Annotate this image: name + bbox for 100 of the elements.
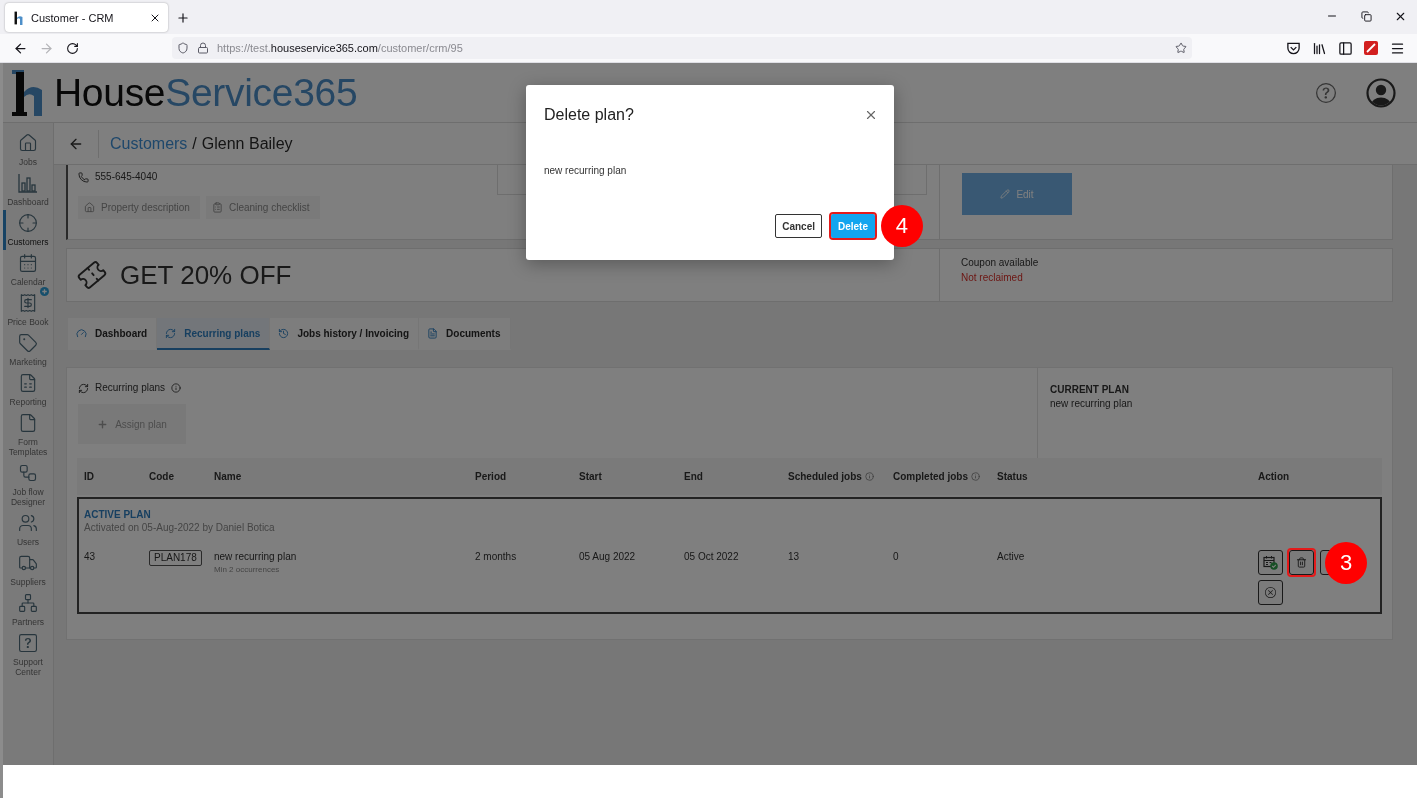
table-cell-text: 05 Aug 2022 <box>579 550 637 564</box>
table-cell-text: 13 <box>788 550 801 564</box>
chevron-shield-icon <box>1285 40 1301 56</box>
house-icon <box>84 202 95 213</box>
column-header: Completed jobs <box>893 469 968 484</box>
sidebar-item[interactable]: Suppliers <box>3 550 53 590</box>
lock-icon <box>197 42 209 54</box>
forward-arrow-icon <box>38 40 54 56</box>
receipt-icon <box>18 293 38 313</box>
table-cell-text: 43 <box>84 550 97 564</box>
schedule-button[interactable] <box>1258 550 1283 575</box>
sidebar-item[interactable]: Price Book <box>3 290 53 330</box>
table-cell-text: 0 <box>893 550 900 564</box>
sidebar-item[interactable]: Marketing <box>3 330 53 370</box>
sidebar-item[interactable]: Job flow Designer <box>3 460 53 510</box>
sidebar-item[interactable]: Form Templates <box>3 410 53 460</box>
sidebar-item[interactable]: Partners <box>3 590 53 630</box>
sidebar-item[interactable]: Support Center <box>3 630 53 680</box>
reload-icon <box>65 41 79 55</box>
users-icon <box>18 513 38 533</box>
tab[interactable]: Jobs history / Invoicing <box>270 318 420 350</box>
extension-icon <box>1364 41 1378 55</box>
panel-icon <box>1337 40 1353 56</box>
table-cell-text: 2 months <box>475 550 518 564</box>
column-header: End <box>684 469 703 484</box>
column-header: Start <box>579 469 602 484</box>
step-badge: 3 <box>1325 542 1367 584</box>
breadcrumb-separator: / <box>192 134 197 153</box>
close-icon <box>864 108 878 122</box>
column-header: Period <box>475 469 507 484</box>
sidebar-item[interactable]: Users <box>3 510 53 550</box>
menu-icon <box>1389 40 1405 56</box>
dialog-title: Delete plan? <box>544 106 634 124</box>
url-text: https://test.houseservice365.com/customer/crm/95 <box>217 42 464 54</box>
refresh-icon <box>165 327 177 339</box>
tag-icon <box>18 333 38 353</box>
edit-button[interactable]: Edit <box>962 173 1072 215</box>
workflow-icon <box>18 463 38 483</box>
current-plan-heading: CURRENT PLAN <box>1050 383 1130 397</box>
column-header: Code <box>149 469 174 484</box>
restore-icon <box>1360 10 1372 22</box>
coupon-status: Not reclaimed <box>961 271 1024 285</box>
sidebar-item[interactable]: Jobs <box>3 130 53 170</box>
tab-title: Customer - CRM <box>31 11 115 24</box>
logo-icon <box>13 10 24 25</box>
trash-icon <box>1296 557 1307 568</box>
cancel-plan-button[interactable] <box>1258 580 1283 605</box>
plus-icon <box>97 418 109 430</box>
table-cell-text: 05 Oct 2022 <box>684 550 740 564</box>
history-icon <box>278 327 290 339</box>
column-header: ID <box>84 469 94 484</box>
star-icon[interactable] <box>1175 42 1187 54</box>
tab[interactable]: Recurring plans <box>157 318 271 350</box>
help-icon <box>1316 82 1336 103</box>
info-icon <box>171 383 182 393</box>
table-cell-text: Active <box>997 550 1026 564</box>
clipboard-icon <box>211 202 223 213</box>
bar-chart-icon <box>18 173 38 193</box>
breadcrumb-current: Glenn Bailey <box>201 134 293 153</box>
column-header: Status <box>997 469 1028 484</box>
phone-number: 555-645-4040 <box>95 170 158 184</box>
browser-tab[interactable]: Customer - CRM <box>5 3 168 32</box>
current-plan-name: new recurring plan <box>1050 397 1134 411</box>
delete-button[interactable]: Delete <box>831 214 875 238</box>
dialog-message: new recurring plan <box>544 165 628 177</box>
column-header: Scheduled jobs <box>788 469 862 484</box>
calendar-check-icon <box>1263 555 1278 570</box>
library-icon <box>1311 40 1327 56</box>
sidebar-item[interactable]: Customers <box>3 210 53 250</box>
phone-icon <box>78 171 89 183</box>
house-icon <box>18 133 38 153</box>
cancel-button[interactable]: Cancel <box>775 214 822 238</box>
sidebar-item[interactable]: Reporting <box>3 370 53 410</box>
tab[interactable]: Documents <box>419 318 511 350</box>
pencil-icon <box>1000 189 1011 199</box>
avatar-icon <box>1366 77 1396 108</box>
table-cell-text: new recurring plan <box>214 550 298 564</box>
sidebar-item[interactable]: Dashboard <box>3 170 53 210</box>
logo-text: HouseService365 <box>54 70 358 115</box>
help-button[interactable] <box>1316 82 1336 103</box>
network-icon <box>18 593 38 613</box>
group-heading: ACTIVE PLAN <box>84 508 152 521</box>
refresh-icon <box>78 382 89 394</box>
breadcrumb-link[interactable]: Customers <box>110 134 188 153</box>
coupon-label: Coupon available <box>961 256 1040 270</box>
address-bar[interactable]: https://test.houseservice365.com/customer/crm/95 <box>172 37 1192 59</box>
tab[interactable]: Dashboard <box>68 318 158 350</box>
gauge-icon <box>76 327 87 339</box>
x-circle-icon <box>1265 587 1276 598</box>
plus-icon <box>176 10 190 25</box>
code-tag: PLAN178 <box>149 550 202 566</box>
document-icon <box>427 327 439 339</box>
coupon-title: GET 20% OFF <box>120 259 292 291</box>
calendar-icon <box>18 253 38 273</box>
file-icon <box>18 413 38 433</box>
panel-title: Recurring plans <box>95 381 166 395</box>
close-button[interactable] <box>864 108 878 122</box>
account-button[interactable] <box>1366 77 1396 108</box>
step-badge: 4 <box>881 205 923 247</box>
spreadsheet-icon <box>18 373 38 393</box>
